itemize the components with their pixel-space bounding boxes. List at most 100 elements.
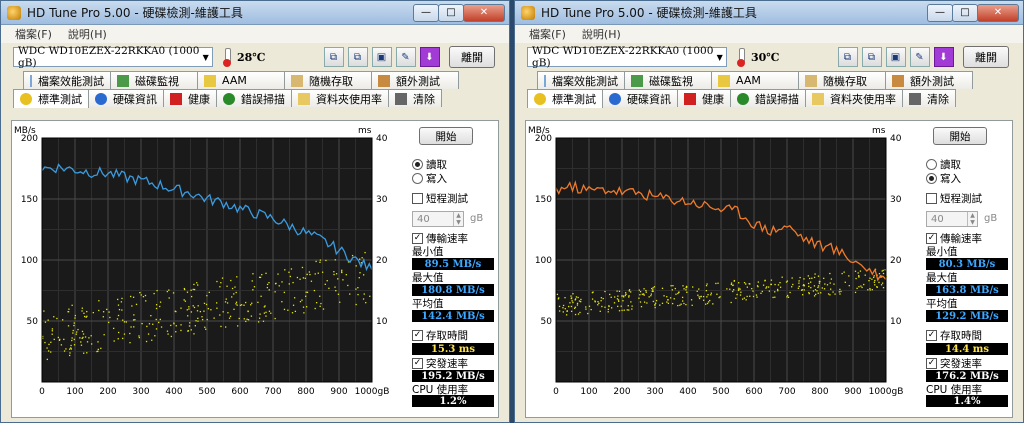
copy-screen-icon[interactable]: ⧉ <box>861 47 882 67</box>
tab-file-benchmark[interactable]: 檔案效能測試 <box>537 71 625 89</box>
exit-button[interactable]: 離開 <box>449 46 495 68</box>
access-time-point <box>818 282 821 284</box>
write-radio[interactable]: 寫入 <box>926 171 961 186</box>
read-radio[interactable]: 讀取 <box>926 157 961 172</box>
minimize-button[interactable]: — <box>927 3 953 22</box>
download-icon[interactable]: ⬇ <box>933 47 954 67</box>
title-bar[interactable]: HD Tune Pro 5.00 - 硬碟檢測-維護工具 — □ ✕ <box>1 1 509 25</box>
tab-aam[interactable]: AAM <box>197 71 285 89</box>
exit-button[interactable]: 離開 <box>963 46 1009 68</box>
x-tick-label: 500 <box>712 387 729 397</box>
menu-file[interactable]: 檔案(F) <box>529 26 566 42</box>
tab-random-access[interactable]: 隨機存取 <box>284 71 372 89</box>
access-time-point <box>739 288 741 290</box>
tab-aam[interactable]: AAM <box>711 71 799 89</box>
access-time-checkbox[interactable]: ✓ 存取時間 <box>926 328 982 343</box>
spin-arrows-icon[interactable]: ▲ ▼ <box>453 212 463 226</box>
tab-disk-monitor[interactable]: 磁碟監視 <box>624 71 712 89</box>
tab-label: 硬碟資訊 <box>627 92 671 106</box>
short-test-checkbox[interactable]: 短程測試 <box>926 191 982 206</box>
maximize-button[interactable]: □ <box>438 3 464 22</box>
copy-info-icon[interactable]: ⧉ <box>837 47 858 67</box>
tab-benchmark[interactable]: 標準測試 <box>527 89 603 108</box>
access-time-point <box>180 324 182 326</box>
x-tick-label: 400 <box>165 387 182 397</box>
access-time-point <box>156 289 158 292</box>
access-time-point <box>707 294 709 296</box>
folder-icon <box>812 92 824 105</box>
access-time-point <box>135 303 138 306</box>
access-time-point <box>574 306 577 308</box>
menu-help[interactable]: 說明(H) <box>582 26 621 42</box>
access-time-point <box>797 287 800 289</box>
access-time-point <box>620 305 622 307</box>
access-time-point <box>627 305 629 307</box>
close-button[interactable]: ✕ <box>463 3 505 22</box>
tab-error-scan[interactable]: 錯誤掃描 <box>730 89 806 107</box>
burst-rate-checkbox[interactable]: ✓ 突發速率 <box>926 356 982 371</box>
access-time-point <box>698 288 700 290</box>
access-time-point <box>335 273 338 275</box>
access-time-point <box>43 310 45 312</box>
menu-help[interactable]: 說明(H) <box>68 26 107 42</box>
access-time-point <box>122 337 124 340</box>
read-radio[interactable]: 讀取 <box>412 157 447 172</box>
tab-extra-tests[interactable]: 額外測試 <box>371 71 459 89</box>
short-test-checkbox[interactable]: 短程測試 <box>412 191 468 206</box>
options-icon[interactable]: ✎ <box>909 47 930 67</box>
title-bar[interactable]: HD Tune Pro 5.00 - 硬碟檢測-維護工具 — □ ✕ <box>515 1 1023 25</box>
close-button[interactable]: ✕ <box>977 3 1019 22</box>
tab-extra-tests[interactable]: 額外測試 <box>885 71 973 89</box>
minimize-button[interactable]: — <box>413 3 439 22</box>
save-icon[interactable]: ▣ <box>885 47 906 67</box>
access-time-point <box>184 300 187 302</box>
access-time-point <box>585 306 587 308</box>
access-time-point <box>324 283 326 285</box>
tab-info[interactable]: 硬碟資訊 <box>88 89 164 107</box>
access-time-point <box>132 296 135 298</box>
options-icon[interactable]: ✎ <box>395 47 416 67</box>
tab-health[interactable]: 健康 <box>163 89 217 107</box>
access-time-point <box>144 294 147 297</box>
tab-error-scan[interactable]: 錯誤掃描 <box>216 89 292 107</box>
copy-screen-icon[interactable]: ⧉ <box>347 47 368 67</box>
drive-select[interactable]: WDC WD10EZEX-22RKKA0 (1000 gB) ▼ <box>527 45 727 69</box>
tab-folder-usage[interactable]: 資料夾使用率 <box>291 89 389 107</box>
access-time-point <box>204 326 206 328</box>
tab-random-access[interactable]: 隨機存取 <box>798 71 886 89</box>
access-time-point <box>347 284 349 287</box>
download-icon[interactable]: ⬇ <box>419 47 440 67</box>
spin-arrows-icon[interactable]: ▲ ▼ <box>967 212 977 226</box>
copy-info-icon[interactable]: ⧉ <box>323 47 344 67</box>
maximize-button[interactable]: □ <box>952 3 978 22</box>
access-time-point <box>235 303 237 305</box>
tab-health[interactable]: 健康 <box>677 89 731 107</box>
start-button[interactable]: 開始 <box>933 127 987 145</box>
tab-file-benchmark[interactable]: 檔案效能測試 <box>23 71 111 89</box>
tab-info[interactable]: 硬碟資訊 <box>602 89 678 107</box>
access-time-point <box>180 307 182 309</box>
access-time-point <box>562 304 565 307</box>
menu-file[interactable]: 檔案(F) <box>15 26 52 42</box>
tab-folder-usage[interactable]: 資料夾使用率 <box>805 89 903 107</box>
tab-benchmark[interactable]: 標準測試 <box>13 89 89 108</box>
access-time-point <box>671 302 674 305</box>
write-radio-dot <box>412 173 423 184</box>
save-icon[interactable]: ▣ <box>371 47 392 67</box>
access-time-point <box>781 276 783 278</box>
access-time-point <box>610 296 612 298</box>
short-test-size-input[interactable]: 40 ▲ ▼ <box>412 211 464 227</box>
access-time-checkbox[interactable]: ✓ 存取時間 <box>412 328 468 343</box>
access-time-point <box>812 290 815 292</box>
short-test-size-input[interactable]: 40 ▲ ▼ <box>926 211 978 227</box>
tab-disk-monitor[interactable]: 磁碟監視 <box>110 71 198 89</box>
access-time-point <box>197 284 199 286</box>
write-radio[interactable]: 寫入 <box>412 171 447 186</box>
burst-rate-checkbox[interactable]: ✓ 突發速率 <box>412 356 468 371</box>
drive-select[interactable]: WDC WD10EZEX-22RKKA0 (1000 gB) ▼ <box>13 45 213 69</box>
access-time-point <box>197 305 199 307</box>
access-time-point <box>155 304 158 306</box>
start-button[interactable]: 開始 <box>419 127 473 145</box>
tab-erase[interactable]: 清除 <box>388 89 442 107</box>
tab-erase[interactable]: 清除 <box>902 89 956 107</box>
